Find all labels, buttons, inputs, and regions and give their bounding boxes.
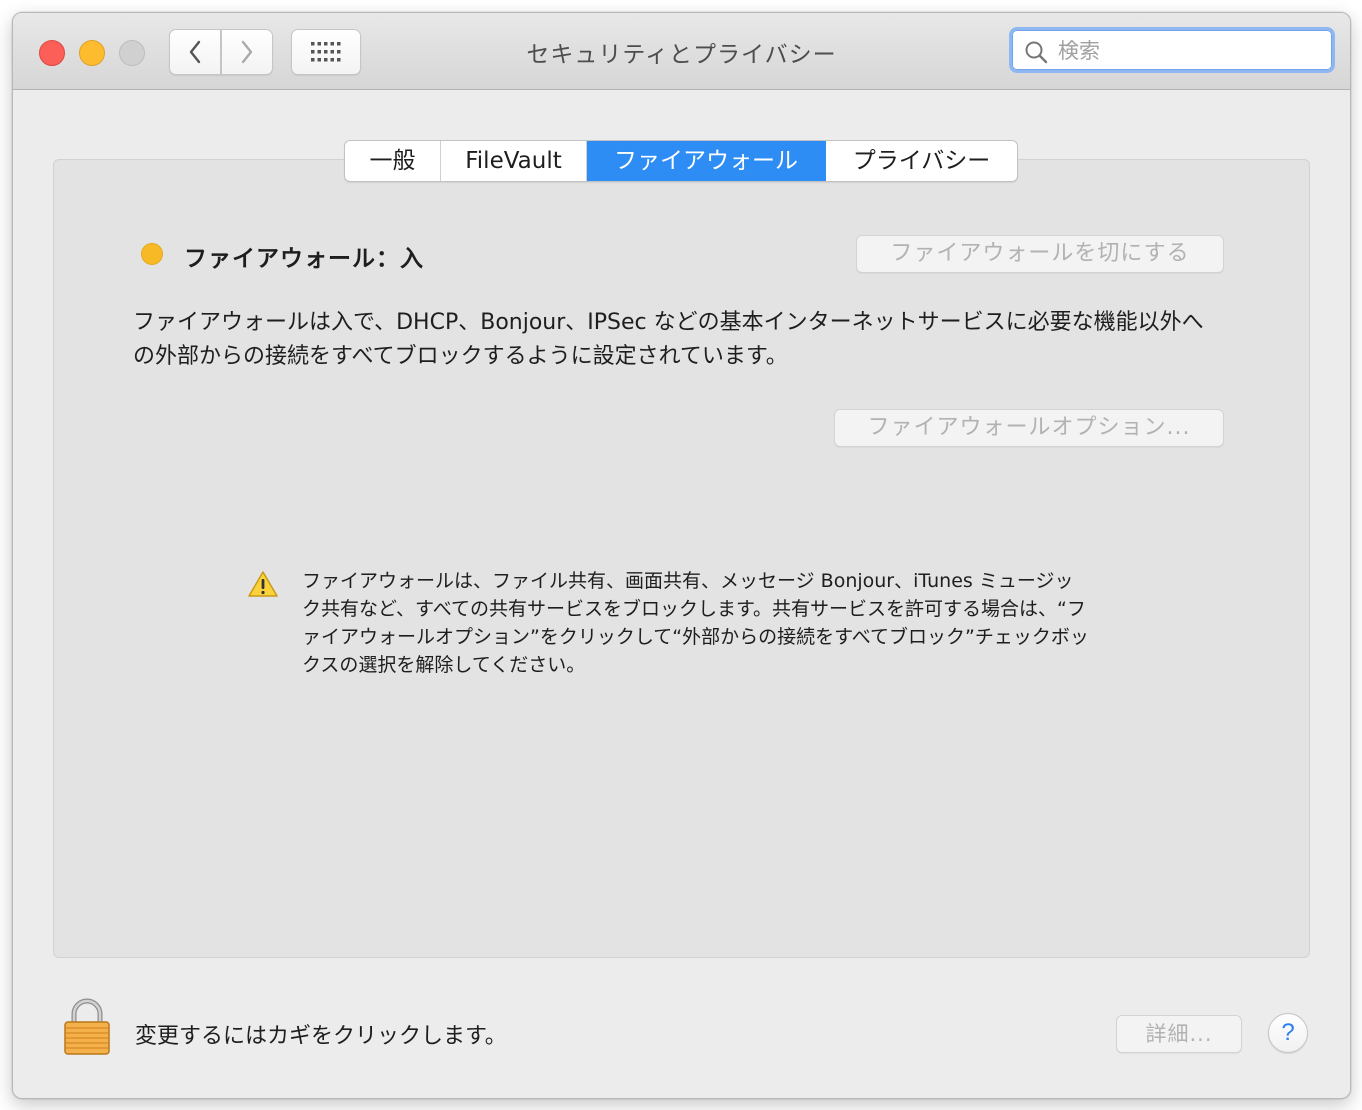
firewall-status-label: ファイアウォール：入 [184,246,424,272]
search-input[interactable] [1056,36,1320,66]
title-bar: セキュリティとプライバシー [13,13,1350,90]
firewall-description: ファイアウォールは入で、DHCP、Bonjour、IPSec などの基本インター… [133,310,1204,369]
turn-off-firewall-button[interactable]: ファイアウォールを切にする [856,235,1224,273]
search-icon [1025,41,1048,64]
warning-icon [248,571,278,597]
sharing-warning-text: ファイアウォールは、ファイル共有、画面共有、メッセージ Bonjour、iTun… [302,570,1089,676]
lock-icon[interactable] [62,998,112,1056]
firewall-panel [53,159,1310,958]
tab-bar: 一般 FileVault ファイアウォール プライバシー [344,140,1018,182]
tab-firewall[interactable]: ファイアウォール [587,141,826,181]
firewall-options-button[interactable]: ファイアウォールオプション... [834,409,1224,447]
system-preferences-window: セキュリティとプライバシー 一般 FileVault ファイアウォール プライバ… [12,12,1351,1099]
help-button[interactable]: ? [1268,1013,1308,1053]
firewall-status-indicator [141,243,163,265]
search-field[interactable] [1009,27,1335,73]
tab-privacy[interactable]: プライバシー [826,141,1017,181]
tab-filevault[interactable]: FileVault [441,141,587,181]
tab-general[interactable]: 一般 [345,141,441,181]
advanced-button[interactable]: 詳細... [1116,1015,1242,1053]
lock-instruction-text: 変更するにはカギをクリックします。 [135,1024,507,1049]
